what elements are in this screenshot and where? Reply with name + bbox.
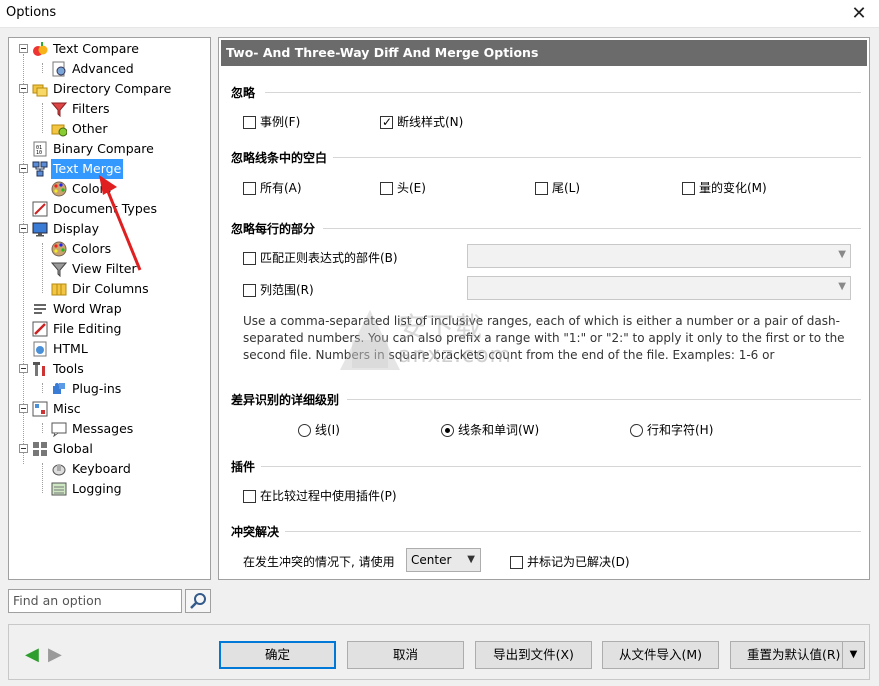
tree-item-label: Global (53, 441, 93, 456)
chevron-down-icon: ▼ (838, 281, 846, 292)
back-arrow-icon[interactable]: ◀ (25, 646, 39, 664)
tree-expander[interactable] (19, 444, 28, 453)
section-title-ignore: 忽略 (231, 86, 256, 100)
columns-combo[interactable]: ▼ (467, 276, 851, 300)
tree-expander[interactable] (19, 164, 28, 173)
tree-item-label: Tools (53, 361, 84, 376)
pencil-icon (32, 321, 48, 337)
tree-item-label: Dir Columns (72, 281, 149, 296)
search-icon (190, 593, 206, 609)
binary-icon: 01 10 (32, 141, 48, 157)
chevron-down-icon: ▼ (467, 554, 475, 565)
message-icon (51, 421, 67, 438)
chevron-down-icon: ▼ (838, 249, 846, 260)
tree-item-label: Word Wrap (53, 301, 122, 316)
find-option-input[interactable]: Find an option (8, 589, 182, 613)
tree-expander[interactable] (19, 44, 28, 53)
misc-icon (32, 401, 48, 417)
options-tree[interactable]: Text Compare Advanced Directory Compare … (8, 37, 211, 580)
tree-item-label: Binary Compare (53, 141, 154, 156)
tree-item-label: File Editing (53, 321, 122, 336)
conflict-prompt: 在发生冲突的情况下, 请使用 (243, 555, 395, 569)
reset-label: 重置为默认值(R) (747, 647, 841, 662)
word-wrap-icon (32, 301, 48, 317)
folder-other-icon (51, 121, 68, 137)
forward-arrow-icon[interactable]: ▶ (48, 646, 62, 664)
tools-icon (32, 361, 48, 377)
palette-icon (51, 181, 67, 197)
watermark-text: anxz.com (398, 343, 512, 368)
filter-icon (50, 101, 68, 118)
tree-item-label: Logging (72, 481, 122, 496)
folder-compare-icon (32, 81, 48, 97)
close-icon[interactable]: ✕ (839, 0, 879, 28)
regex-combo[interactable]: ▼ (467, 244, 851, 268)
section-title-detail: 差异识别的详细级别 (231, 393, 340, 407)
export-button[interactable]: 导出到文件(X) (475, 641, 592, 669)
import-button[interactable]: 从文件导入(M) (602, 641, 719, 669)
tree-item-label: Text Compare (53, 41, 139, 56)
tree-expander[interactable] (19, 224, 28, 233)
section-title-parts: 忽略每行的部分 (231, 222, 316, 236)
plugin-icon (51, 381, 67, 397)
section-title-whitespace: 忽略线条中的空白 (231, 151, 328, 165)
global-icon (32, 441, 48, 457)
tree-item-label: Misc (53, 401, 81, 416)
text-compare-icon (32, 41, 48, 57)
palette-icon (51, 241, 67, 257)
tree-item-label: Filters (72, 101, 110, 116)
logging-icon (51, 481, 67, 497)
search-button[interactable] (185, 589, 211, 613)
tree-item-label: Advanced (72, 61, 134, 76)
filter-icon (50, 261, 68, 278)
reset-defaults-button[interactable]: 重置为默认值(R) ▼ (730, 641, 865, 669)
tree-expander[interactable] (19, 84, 28, 93)
watermark-text-cn: 安下载 (398, 311, 483, 344)
tree-item-label: Other (72, 121, 108, 136)
monitor-icon (32, 221, 48, 237)
conflict-resolution-select[interactable]: Center ▼ (406, 548, 481, 572)
section-title-conflict: 冲突解决 (231, 525, 280, 539)
tree-item-label: Keyboard (72, 461, 131, 476)
html-icon (32, 341, 48, 357)
section-title-plugins: 插件 (231, 460, 256, 474)
tree-item-label: Plug-ins (72, 381, 122, 396)
annotation-arrow (99, 175, 142, 271)
dir-columns-icon (51, 281, 67, 297)
tree-expander[interactable] (19, 404, 28, 413)
cancel-button[interactable]: 取消 (347, 641, 464, 669)
tree-item-label: Messages (72, 421, 134, 436)
reset-dropdown-icon[interactable]: ▼ (842, 642, 864, 668)
tree-expander[interactable] (19, 364, 28, 373)
tree-item-label: HTML (53, 341, 88, 356)
conflict-choice-value: Center (411, 553, 452, 567)
panel-header: Two- And Three-Way Diff And Merge Option… (221, 40, 867, 66)
tree-item-label: Display (53, 221, 100, 236)
window-title: Options (6, 5, 57, 20)
options-panel: Two- And Three-Way Diff And Merge Option… (218, 37, 870, 580)
keyboard-icon (51, 461, 67, 477)
tree-item-label: Directory Compare (53, 81, 172, 96)
ok-button[interactable]: 确定 (219, 641, 336, 669)
text-merge-icon (32, 161, 48, 177)
title-bar: Options ✕ (0, 0, 879, 28)
svg-text:10: 10 (36, 150, 42, 156)
advanced-icon (51, 61, 67, 77)
document-types-icon (32, 201, 48, 217)
